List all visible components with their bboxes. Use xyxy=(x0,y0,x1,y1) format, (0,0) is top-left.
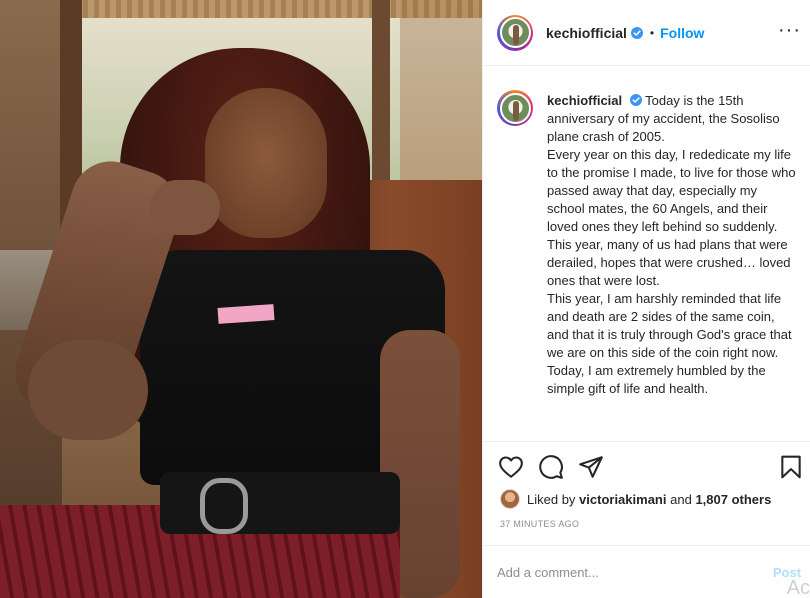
liker-avatar[interactable] xyxy=(500,489,520,509)
more-options-icon[interactable]: ··· xyxy=(778,20,801,40)
likes-and: and xyxy=(670,491,692,507)
likes-summary: Liked by victoriakimani and 1,807 others xyxy=(500,489,771,509)
caption-line: This year, many of us had plans that wer… xyxy=(547,237,791,288)
liker-username[interactable]: victoriakimani xyxy=(579,492,666,507)
separator-dot: • xyxy=(649,25,655,40)
belt-buckle xyxy=(200,478,248,534)
comment-input[interactable] xyxy=(497,564,757,580)
caption-line: Today, I am extremely humbled by the sim… xyxy=(547,363,766,396)
header-username[interactable]: kechiofficial xyxy=(546,25,627,41)
follow-button[interactable]: Follow xyxy=(660,25,704,41)
comment-bubble-icon xyxy=(539,455,563,479)
caption-avatar[interactable] xyxy=(499,92,531,124)
profile-avatar[interactable] xyxy=(499,17,531,48)
likes-prefix: Liked by xyxy=(527,491,576,507)
heart-icon xyxy=(499,456,523,478)
comment-button[interactable] xyxy=(538,454,564,480)
post-timestamp[interactable]: 37 MINUTES AGO xyxy=(500,519,579,529)
action-bar xyxy=(483,442,810,490)
caption-line: Every year on this day, I rededicate my … xyxy=(547,147,796,234)
person-hand xyxy=(150,180,220,235)
share-button[interactable] xyxy=(578,454,604,480)
bookmark-icon xyxy=(781,455,801,479)
caption-line: This year, I am harshly reminded that li… xyxy=(547,291,792,360)
likes-count-link[interactable]: 1,807 others xyxy=(695,492,771,507)
comment-bar: Post xyxy=(483,545,810,598)
caption-username[interactable]: kechiofficial xyxy=(547,93,622,108)
post-caption: kechiofficial Today is the 15th annivers… xyxy=(547,92,797,441)
like-button[interactable] xyxy=(498,454,524,480)
post-side-panel: kechiofficial • Follow ··· kechiofficial… xyxy=(482,0,810,598)
story-ring[interactable] xyxy=(497,14,533,51)
person-elbow xyxy=(28,340,148,440)
activation-watermark: Ac xyxy=(786,577,810,598)
post-header: kechiofficial • Follow ··· xyxy=(483,0,810,66)
verified-badge-icon xyxy=(630,26,643,39)
story-ring[interactable] xyxy=(497,90,533,126)
caption-section: kechiofficial Today is the 15th annivers… xyxy=(483,66,810,442)
verified-badge-icon xyxy=(629,94,642,106)
person-face xyxy=(205,88,327,238)
post-photo[interactable] xyxy=(0,0,482,598)
black-belt xyxy=(160,472,400,534)
save-button[interactable] xyxy=(778,454,804,480)
paper-plane-icon xyxy=(579,456,603,478)
